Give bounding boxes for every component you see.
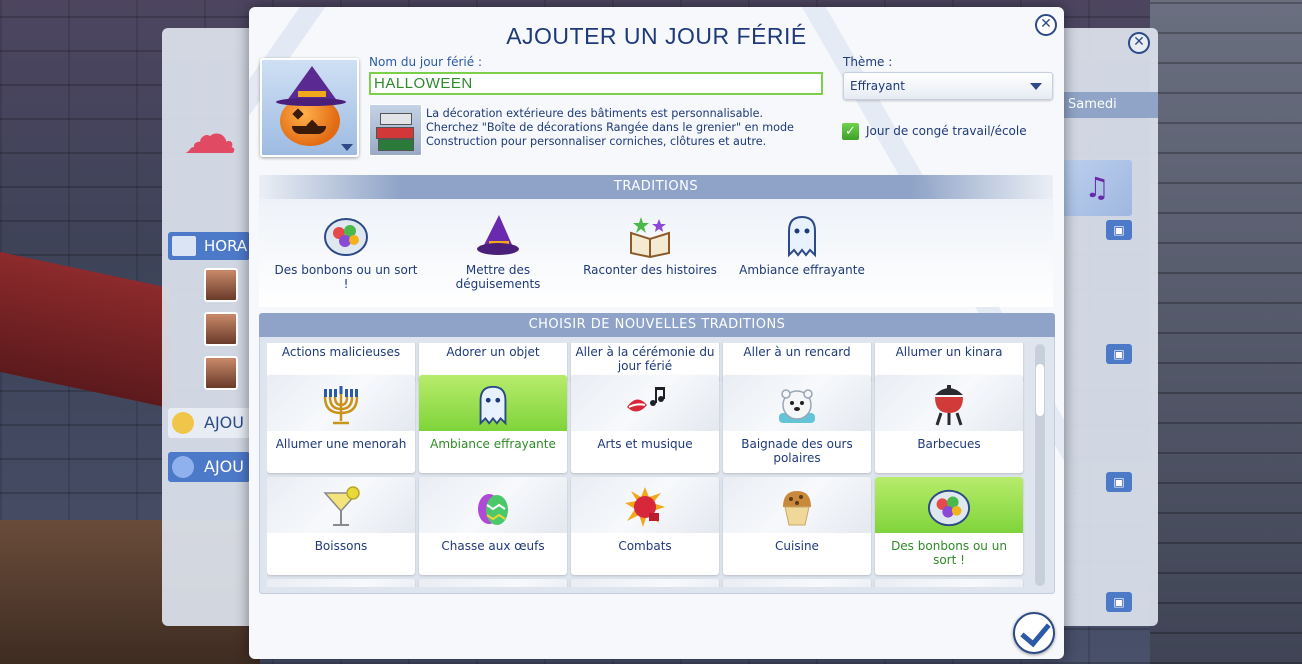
confirm-button[interactable] bbox=[1013, 612, 1055, 654]
tradition-option[interactable] bbox=[571, 579, 719, 587]
background-day-header: Samedi bbox=[1062, 92, 1158, 118]
tradition-option[interactable] bbox=[875, 579, 1023, 587]
choose-traditions-header: CHOISIR DE NOUVELLES TRADITIONS bbox=[259, 313, 1055, 337]
chevron-down-icon bbox=[1030, 83, 1042, 90]
storybook-icon bbox=[627, 213, 673, 259]
traditions-header: TRADITIONS bbox=[259, 175, 1053, 199]
tradition-option-selected[interactable]: Des bonbons ou un sort ! bbox=[875, 477, 1023, 575]
avatar bbox=[204, 312, 238, 346]
background-dance-icon: ♫ bbox=[1062, 160, 1132, 216]
background-close-icon[interactable]: ✕ bbox=[1128, 32, 1150, 54]
boxing-glove-icon bbox=[623, 485, 667, 529]
holiday-name-input[interactable] bbox=[369, 72, 823, 95]
singing-lips-icon bbox=[623, 383, 667, 427]
avatar bbox=[204, 268, 238, 302]
tradition-option-selected[interactable]: Ambiance effrayante bbox=[419, 375, 567, 473]
theme-selected-value: Effrayant bbox=[850, 79, 905, 93]
checkmark-icon: ✓ bbox=[842, 123, 859, 140]
avatar bbox=[204, 356, 238, 390]
day-off-label: Jour de congé travail/école bbox=[866, 124, 1027, 138]
tradition-option[interactable]: Cuisine bbox=[723, 477, 871, 575]
holiday-icon-picker[interactable] bbox=[260, 58, 359, 157]
polar-bear-icon bbox=[775, 383, 819, 427]
tradition-option[interactable] bbox=[723, 579, 871, 587]
tradition-option[interactable]: Baignade des ours polaires bbox=[723, 375, 871, 473]
background-bunny-icon: ☁ bbox=[183, 103, 237, 166]
witch-hat-icon bbox=[475, 213, 521, 259]
hat-band bbox=[298, 91, 326, 97]
background-right-wall bbox=[1150, 0, 1302, 664]
background-add-button[interactable]: AJOU bbox=[168, 408, 250, 438]
dialog-title: AJOUTER UN JOUR FÉRIÉ bbox=[506, 23, 807, 49]
chevron-down-icon bbox=[341, 144, 353, 151]
tradition-option[interactable]: Chasse aux œufs bbox=[419, 477, 567, 575]
candy-bowl-icon bbox=[927, 485, 971, 529]
easter-egg-icon bbox=[471, 485, 515, 529]
cocktail-icon bbox=[319, 485, 363, 529]
briefcase-icon: ▣ bbox=[1106, 344, 1132, 364]
decoration-info-text: La décoration extérieure des bâtiments e… bbox=[426, 107, 794, 148]
holiday-name-label: Nom du jour férié : bbox=[369, 55, 483, 69]
theme-label: Thème : bbox=[843, 55, 893, 69]
decoration-box-icon bbox=[369, 104, 422, 156]
briefcase-icon: ▣ bbox=[1106, 472, 1132, 492]
tradition-option[interactable]: Arts et musique bbox=[571, 375, 719, 473]
candy-bowl-icon bbox=[323, 213, 369, 259]
tradition-item[interactable]: Des bonbons ou un sort ! bbox=[271, 207, 421, 307]
ghost-icon bbox=[471, 383, 515, 427]
tradition-option[interactable] bbox=[267, 579, 415, 587]
muffin-icon bbox=[775, 485, 819, 529]
briefcase-icon: ▣ bbox=[1106, 220, 1132, 240]
briefcase-icon: ▣ bbox=[1106, 592, 1132, 612]
traditions-grid[interactable]: Actions malicieuses Adorer un objet Alle… bbox=[267, 343, 1027, 587]
ghost-icon bbox=[779, 213, 825, 259]
tradition-option[interactable]: Barbecues bbox=[875, 375, 1023, 473]
add-icon bbox=[172, 456, 194, 478]
tradition-item[interactable]: Raconter des histoires bbox=[575, 207, 725, 307]
tradition-option[interactable]: Combats bbox=[571, 477, 719, 575]
hat-brim bbox=[276, 98, 346, 106]
close-icon[interactable]: ✕ bbox=[1035, 14, 1057, 36]
theme-dropdown[interactable]: Effrayant bbox=[843, 72, 1053, 100]
tradition-item[interactable]: Mettre des déguisements bbox=[423, 207, 573, 307]
tradition-option[interactable] bbox=[419, 579, 567, 587]
grill-icon bbox=[927, 383, 971, 427]
menorah-icon bbox=[319, 383, 363, 427]
background-add-button[interactable]: AJOU bbox=[168, 452, 250, 482]
add-holiday-dialog: AJOUTER UN JOUR FÉRIÉ ✕ Nom du jour féri… bbox=[249, 7, 1064, 659]
calendar-icon bbox=[172, 236, 196, 256]
crowd-icon bbox=[172, 412, 194, 434]
tradition-item[interactable]: Ambiance effrayante bbox=[727, 207, 877, 307]
tradition-option[interactable]: Allumer une menorah bbox=[267, 375, 415, 473]
tradition-option[interactable]: Boissons bbox=[267, 477, 415, 575]
traditions-scrollbar-thumb[interactable] bbox=[1036, 364, 1044, 416]
